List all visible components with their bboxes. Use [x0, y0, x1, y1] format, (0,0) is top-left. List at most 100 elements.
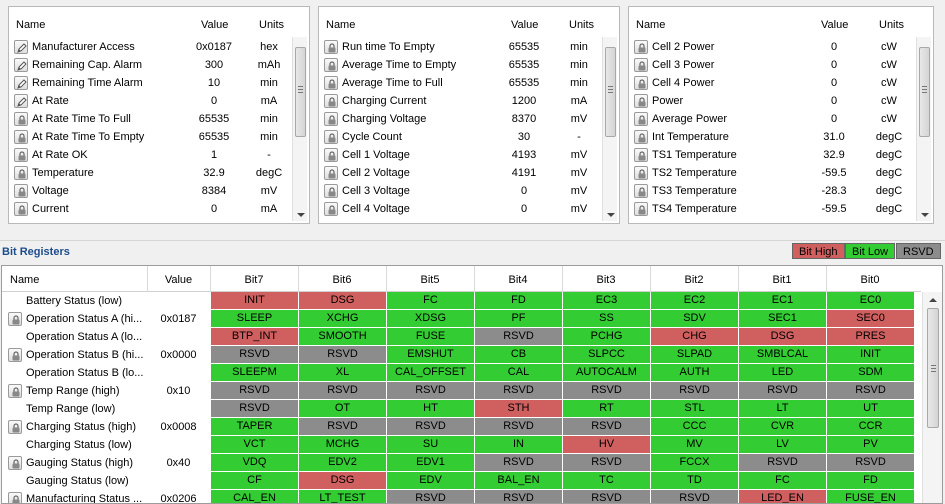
scroll-up-arrow-icon[interactable] — [929, 298, 937, 302]
bit-cell[interactable]: RSVD — [827, 382, 915, 400]
panel-row[interactable]: Cell 1 Voltage 4193 mV — [319, 146, 601, 164]
panel-row[interactable]: Cell 3 Power 0 cW — [629, 56, 915, 74]
bit-cell[interactable]: SMBLCAL — [739, 346, 827, 364]
bit-cell[interactable]: DSG — [299, 472, 387, 490]
bit-cell[interactable]: HV — [563, 436, 651, 454]
bit-cell[interactable]: MV — [651, 436, 739, 454]
scroll-thumb[interactable] — [927, 308, 939, 428]
register-row[interactable]: Operation Status A (hi... 0x0187 SLEEP XCHG… — [2, 310, 921, 328]
bit-cell[interactable]: LV — [739, 436, 827, 454]
panel-row[interactable]: Int Temperature 31.0 degC — [629, 128, 915, 146]
panel-row[interactable]: Current 0 mA — [9, 200, 291, 218]
bit-cell[interactable]: LED_EN — [739, 490, 827, 503]
bit-cell[interactable]: FD — [475, 292, 563, 310]
bit-cell[interactable]: SEC1 — [739, 310, 827, 328]
grid-col-header[interactable]: Value — [147, 274, 210, 286]
bit-cell[interactable]: RSVD — [475, 490, 563, 503]
bit-cell[interactable]: RSVD — [651, 382, 739, 400]
bit-cell[interactable]: RSVD — [387, 490, 475, 503]
register-row[interactable]: Manufacturing Status ... 0x0206 CAL_EN LT_T… — [2, 490, 921, 503]
bit-cell[interactable]: SLEEPM — [211, 364, 299, 382]
bit-cell[interactable]: FC — [739, 472, 827, 490]
bit-cell[interactable]: EC3 — [563, 292, 651, 310]
vertical-scrollbar[interactable] — [916, 37, 931, 221]
bit-cell[interactable]: RT — [563, 400, 651, 418]
bit-cell[interactable]: STL — [651, 400, 739, 418]
grid-col-header[interactable]: Bit7 — [210, 274, 298, 286]
bit-cell[interactable]: RSVD — [387, 382, 475, 400]
bit-cell[interactable]: AUTH — [651, 364, 739, 382]
scroll-down-arrow-icon[interactable] — [921, 213, 929, 217]
bit-cell[interactable]: MCHG — [299, 436, 387, 454]
bit-cell[interactable]: VCT — [211, 436, 299, 454]
bit-cell[interactable]: RSVD — [827, 454, 915, 472]
bit-cell[interactable]: RSVD — [475, 454, 563, 472]
col-value-header[interactable]: Value — [201, 19, 228, 31]
bit-cell[interactable]: RSVD — [299, 346, 387, 364]
bit-cell[interactable]: SMOOTH — [299, 328, 387, 346]
col-name-header[interactable]: Name — [16, 19, 45, 31]
col-units-header[interactable]: Units — [879, 19, 904, 31]
col-name-header[interactable]: Name — [326, 19, 355, 31]
register-row[interactable]: Temp Range (high) 0x10 RSVD RSVD RSVD RSVD RSV… — [2, 382, 921, 400]
register-row[interactable]: Battery Status (low) INIT DSG FC FD EC3 EC2 EC1… — [2, 292, 921, 310]
bit-cell[interactable]: EC1 — [739, 292, 827, 310]
bit-cell[interactable]: SLPCC — [563, 346, 651, 364]
bit-cell[interactable]: TC — [563, 472, 651, 490]
bit-cell[interactable]: EDV — [387, 472, 475, 490]
panel-row[interactable]: Average Time to Empty 65535 min — [319, 56, 601, 74]
grid-col-header[interactable]: Bit5 — [386, 274, 474, 286]
register-row[interactable]: Operation Status A (lo... BTP_INT SMOOTH FU… — [2, 328, 921, 346]
bit-cell[interactable]: RSVD — [475, 418, 563, 436]
bit-cell[interactable]: RSVD — [387, 418, 475, 436]
bit-cell[interactable]: HT — [387, 400, 475, 418]
bit-cell[interactable]: EC0 — [827, 292, 915, 310]
panel-row[interactable]: Voltage 8384 mV — [9, 182, 291, 200]
grid-col-header[interactable]: Bit1 — [738, 274, 826, 286]
bit-cell[interactable]: SU — [387, 436, 475, 454]
panel-row[interactable]: At Rate Time To Full 65535 min — [9, 110, 291, 128]
bit-cell[interactable]: EC2 — [651, 292, 739, 310]
bit-cell[interactable]: INIT — [211, 292, 299, 310]
bit-cell[interactable]: FCCX — [651, 454, 739, 472]
panel-row[interactable]: Cycle Count 30 - — [319, 128, 601, 146]
panel-row[interactable]: TS2 Temperature -59.5 degC — [629, 164, 915, 182]
panel-row[interactable]: TS4 Temperature -59.5 degC — [629, 200, 915, 218]
panel-row[interactable]: Remaining Time Alarm 10 min — [9, 74, 291, 92]
col-name-header[interactable]: Name — [636, 19, 665, 31]
bit-cell[interactable]: CAL_EN — [211, 490, 299, 503]
bit-cell[interactable]: SS — [563, 310, 651, 328]
bit-cell[interactable]: FD — [827, 472, 915, 490]
panel-row[interactable]: Power 0 cW — [629, 92, 915, 110]
bit-cell[interactable]: XCHG — [299, 310, 387, 328]
bit-cell[interactable]: LED — [739, 364, 827, 382]
panel-row[interactable]: Temperature 32.9 degC — [9, 164, 291, 182]
bit-cell[interactable]: IN — [475, 436, 563, 454]
panel-row[interactable]: TS1 Temperature 32.9 degC — [629, 146, 915, 164]
bit-cell[interactable]: CCC — [651, 418, 739, 436]
register-row[interactable]: Gauging Status (high) 0x40 VDQ EDV2 EDV1 RSVD… — [2, 454, 921, 472]
bit-cell[interactable]: DSG — [739, 328, 827, 346]
grid-col-header[interactable]: Name — [10, 274, 39, 286]
bit-cell[interactable]: CCR — [827, 418, 915, 436]
bit-cell[interactable]: RSVD — [563, 454, 651, 472]
bit-cell[interactable]: AUTOCALM — [563, 364, 651, 382]
register-row[interactable]: Charging Status (high) 0x0008 TAPER RSVD RSV… — [2, 418, 921, 436]
bit-cell[interactable]: SLPAD — [651, 346, 739, 364]
register-row[interactable]: Temp Range (low) RSVD OT HT STH RT STL LT UT — [2, 400, 921, 418]
bit-cell[interactable]: BAL_EN — [475, 472, 563, 490]
bit-cell[interactable]: CAL — [475, 364, 563, 382]
grid-col-header[interactable]: Bit4 — [474, 274, 562, 286]
scroll-thumb[interactable] — [919, 47, 930, 137]
bit-cell[interactable]: DSG — [299, 292, 387, 310]
bit-cell[interactable]: CAL_OFFSET — [387, 364, 475, 382]
grid-col-header[interactable]: Bit6 — [298, 274, 386, 286]
bit-cell[interactable]: LT_TEST — [299, 490, 387, 503]
scroll-thumb[interactable] — [295, 47, 306, 137]
panel-row[interactable]: Average Power 0 cW — [629, 110, 915, 128]
bit-cell[interactable]: PV — [827, 436, 915, 454]
bit-cell[interactable]: RSVD — [475, 382, 563, 400]
bit-cell[interactable]: XDSG — [387, 310, 475, 328]
bit-cell[interactable]: RSVD — [299, 418, 387, 436]
bit-cell[interactable]: RSVD — [739, 454, 827, 472]
